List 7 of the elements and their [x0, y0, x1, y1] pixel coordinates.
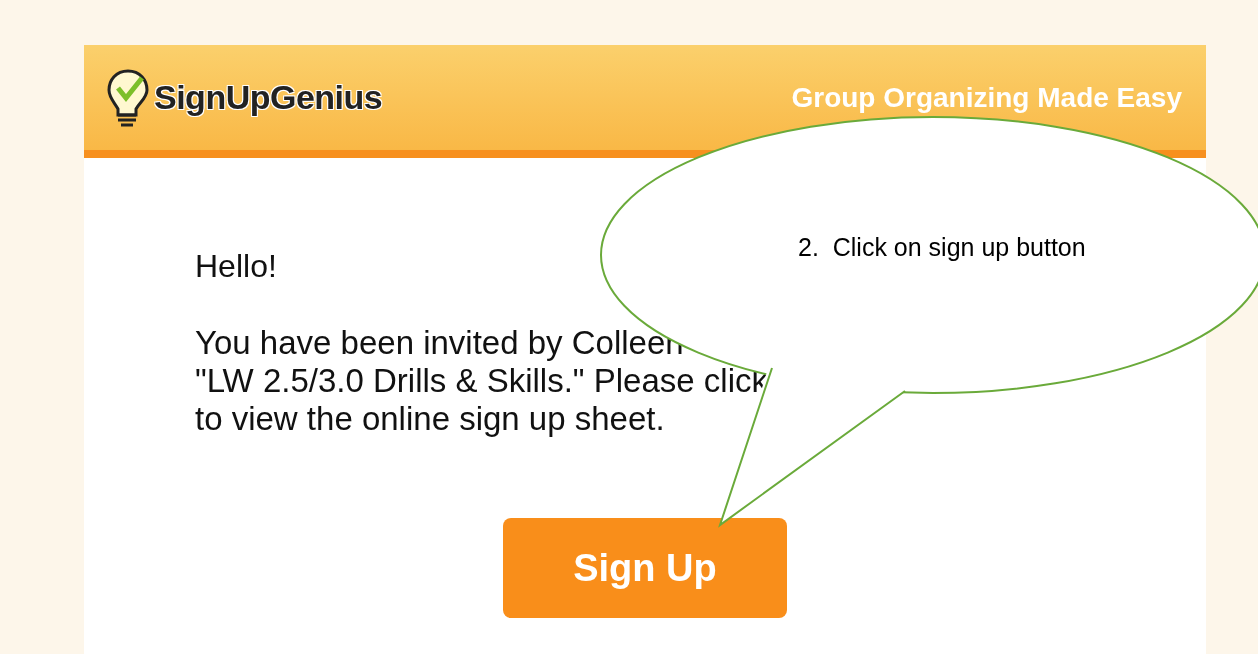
- message-line: to view the online sign up sheet.: [195, 400, 665, 438]
- sign-up-button[interactable]: Sign Up: [503, 518, 787, 618]
- greeting: Hello!: [195, 250, 277, 282]
- logo-text: SignUpGenius: [154, 77, 383, 118]
- lightbulb-icon: [106, 67, 150, 128]
- tagline: Group Organizing Made Easy: [791, 80, 1182, 115]
- callout-text: 2. Click on sign up button: [798, 232, 1086, 263]
